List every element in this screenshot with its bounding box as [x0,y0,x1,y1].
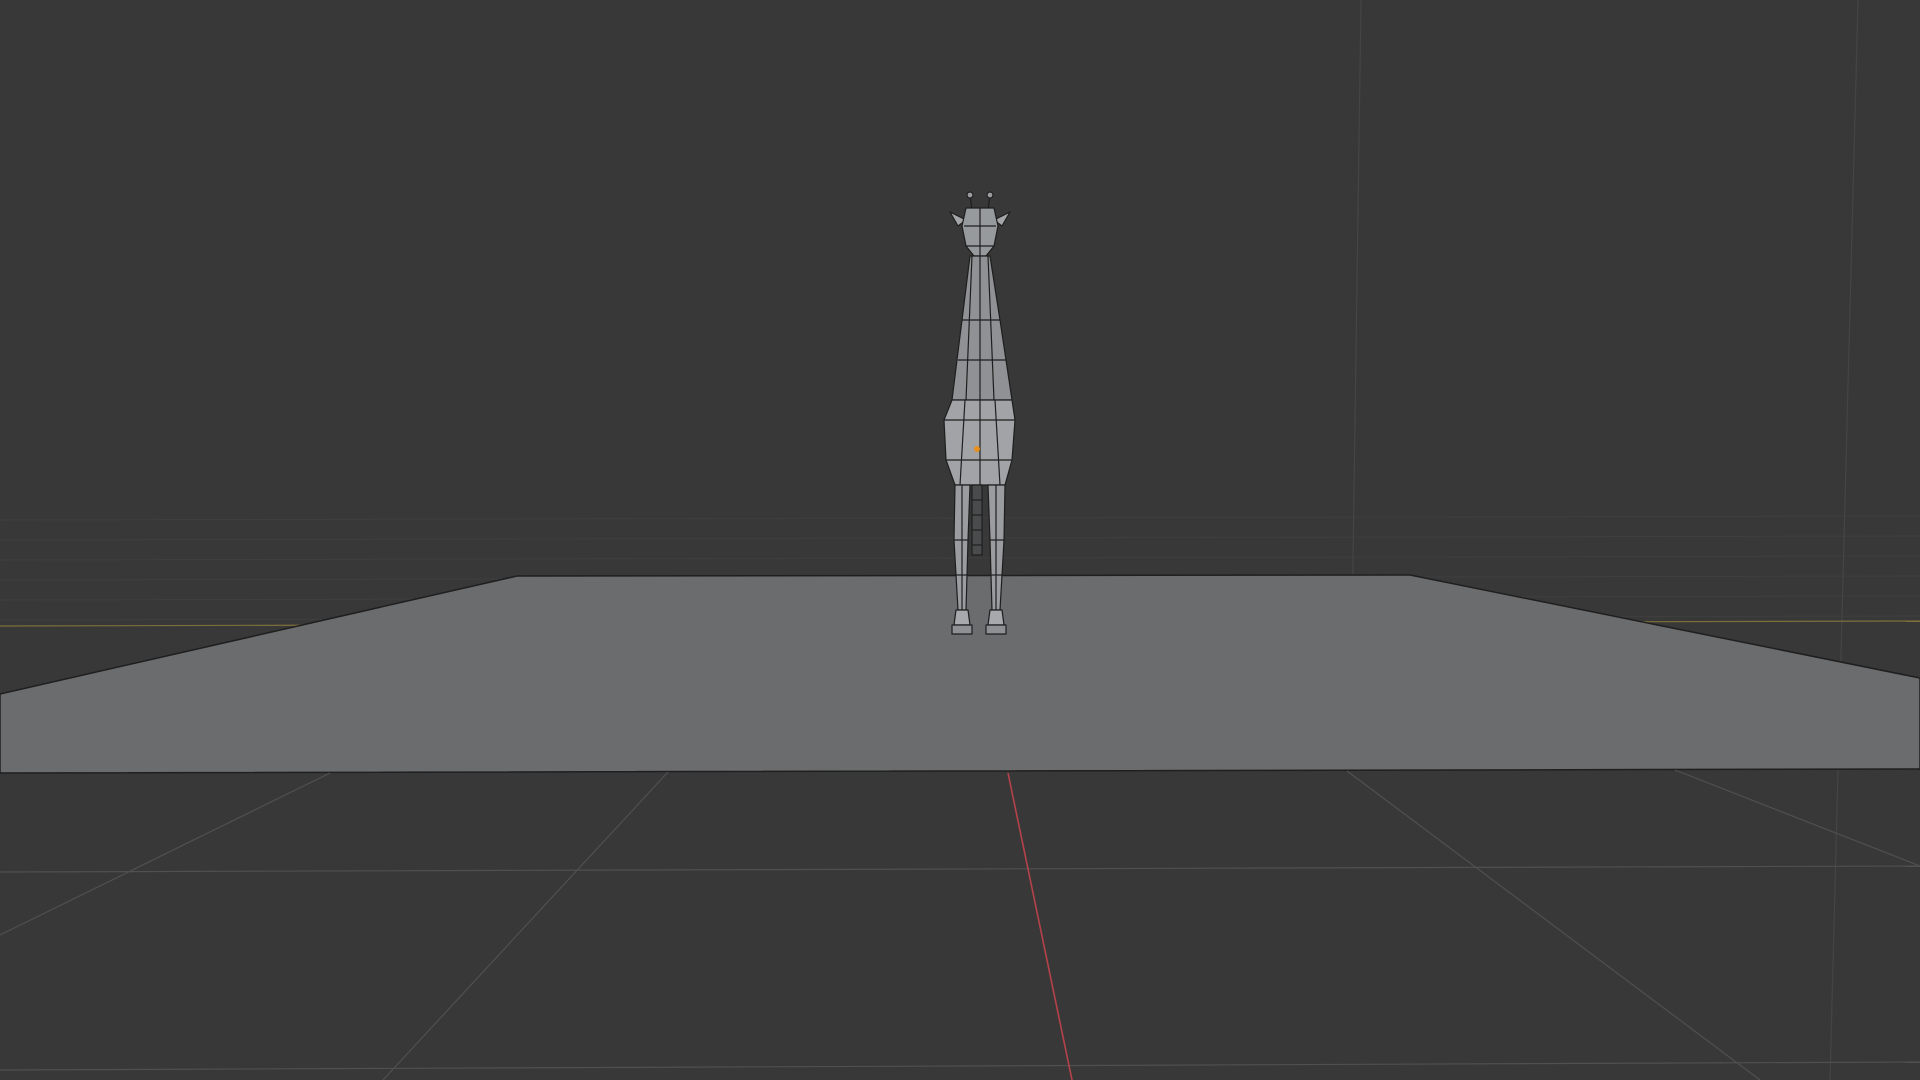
object-origin [974,446,980,452]
viewport-canvas[interactable] [0,0,1920,1080]
3d-viewport[interactable] [0,0,1920,1080]
